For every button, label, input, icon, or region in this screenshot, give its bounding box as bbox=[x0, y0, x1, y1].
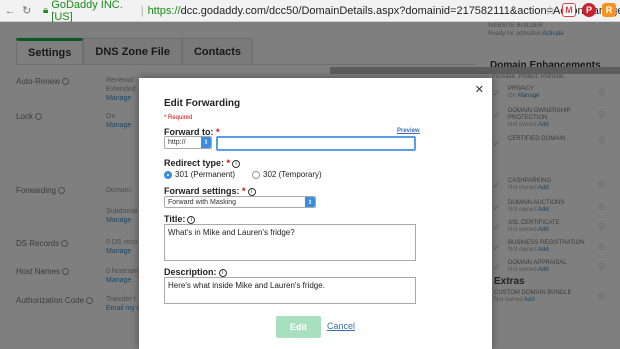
cancel-link[interactable]: Cancel bbox=[327, 321, 355, 331]
browser-actions: ☆ M P R bbox=[544, 3, 616, 19]
title-textarea[interactable]: What's in Mike and Lauren's fridge? bbox=[164, 224, 416, 261]
description-label: Description: i bbox=[164, 267, 227, 277]
browser-address-bar: ← ↻ 🔒︎ GoDaddy INC. [US] | https://dcc.g… bbox=[0, 0, 620, 23]
forward-to-input[interactable] bbox=[216, 136, 416, 151]
lock-icon: 🔒︎ bbox=[42, 5, 49, 16]
forward-settings-select[interactable]: Forward with Masking ⇕ bbox=[164, 196, 316, 208]
back-arrow-icon[interactable]: ← bbox=[4, 4, 16, 18]
edit-forwarding-dialog: ✕ Edit Forwarding * Required Forward to:… bbox=[139, 78, 492, 349]
info-icon[interactable]: i bbox=[232, 159, 241, 168]
close-icon[interactable]: ✕ bbox=[475, 83, 484, 96]
redirect-302-label[interactable]: 302 (Temporary) bbox=[263, 170, 322, 179]
gmail-extension-icon[interactable]: M bbox=[562, 3, 576, 17]
required-note: * Required bbox=[164, 115, 193, 121]
url-scheme: https:// bbox=[147, 4, 181, 17]
redirect-301-radio[interactable] bbox=[164, 171, 172, 179]
refresh-icon[interactable]: ↻ bbox=[20, 4, 32, 18]
redirect-type-label: Redirect type: * i bbox=[164, 158, 241, 168]
info-icon[interactable]: i bbox=[218, 268, 227, 277]
redirect-302-radio[interactable] bbox=[252, 171, 260, 179]
dialog-title: Edit Forwarding bbox=[164, 98, 241, 109]
rss-extension-icon[interactable]: R bbox=[602, 3, 616, 17]
redirect-301-label[interactable]: 301 (Permanent) bbox=[175, 170, 235, 179]
pinterest-extension-icon[interactable]: P bbox=[582, 3, 596, 17]
protocol-select[interactable]: http://⇕ bbox=[164, 136, 212, 149]
preview-link[interactable]: Preview bbox=[397, 128, 420, 134]
description-textarea[interactable]: Here's what inside Mike and Lauren's fri… bbox=[164, 277, 416, 304]
title-label: Title: i bbox=[164, 214, 196, 224]
chevron-updown-icon: ⇕ bbox=[201, 137, 211, 148]
forward-settings-label: Forward settings: * i bbox=[164, 186, 256, 196]
edit-button[interactable]: Edit bbox=[276, 316, 321, 338]
info-icon[interactable]: i bbox=[247, 187, 256, 196]
bookmark-star-icon[interactable]: ☆ bbox=[544, 3, 556, 19]
chevron-updown-icon: ⇕ bbox=[305, 197, 315, 207]
address-separator: | bbox=[140, 4, 144, 17]
info-icon[interactable]: i bbox=[187, 215, 196, 224]
secure-identity[interactable]: GoDaddy INC. [US] bbox=[51, 0, 136, 23]
